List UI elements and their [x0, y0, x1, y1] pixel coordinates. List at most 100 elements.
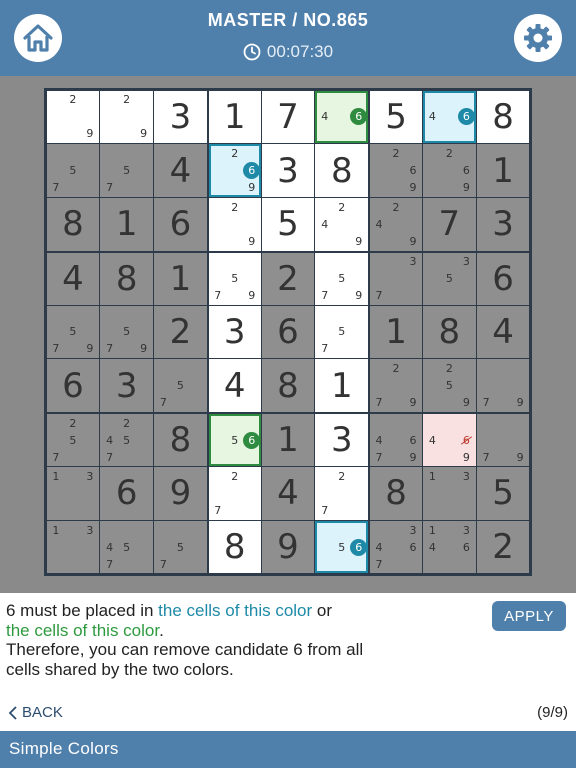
cell-r3c3[interactable]: 6 — [154, 198, 207, 251]
cell-r3c5[interactable]: 5 — [261, 198, 315, 251]
cell-r1c4[interactable]: 1 — [208, 90, 261, 144]
cell-r8c2[interactable]: 6 — [100, 466, 154, 520]
cell-r2c4[interactable]: 269 — [208, 144, 261, 198]
cell-r9c5[interactable]: 9 — [261, 520, 315, 574]
candidate-9: 9 — [409, 450, 417, 464]
candidate-9: 9 — [516, 396, 524, 410]
cell-r4c2[interactable]: 8 — [100, 252, 154, 305]
cell-r4c3[interactable]: 1 — [154, 252, 207, 305]
cell-r1c5[interactable]: 7 — [261, 90, 315, 144]
cell-r6c1[interactable]: 6 — [46, 359, 100, 413]
candidate-7: 7 — [159, 396, 167, 410]
cell-r1c9[interactable]: 8 — [476, 90, 530, 144]
cell-r9c2[interactable]: 457 — [100, 520, 154, 574]
cell-r4c8[interactable]: 35 — [422, 252, 476, 305]
cell-r4c7[interactable]: 37 — [370, 252, 422, 305]
cell-r6c4[interactable]: 4 — [208, 359, 261, 413]
cell-r8c5[interactable]: 4 — [261, 466, 315, 520]
cell-r3c1[interactable]: 8 — [46, 198, 100, 251]
cell-r4c5[interactable]: 2 — [261, 252, 315, 305]
cell-r2c2[interactable]: 57 — [100, 144, 154, 198]
cell-r5c9[interactable]: 4 — [476, 305, 530, 359]
cell-r6c8[interactable]: 2 59 — [422, 359, 476, 413]
cell-r3c4[interactable]: 29 — [208, 198, 261, 251]
cell-r2c3[interactable]: 4 — [154, 144, 207, 198]
cell-r1c2[interactable]: 29 — [100, 90, 154, 144]
cell-r8c6[interactable]: 27 — [315, 466, 369, 520]
cell-value: 8 — [223, 527, 246, 568]
cell-r1c1[interactable]: 29 — [46, 90, 100, 144]
cell-r9c4[interactable]: 8 — [208, 520, 261, 574]
cell-r6c2[interactable]: 3 — [100, 359, 154, 413]
cell-r6c9[interactable]: 79 — [476, 359, 530, 413]
cell-r4c9[interactable]: 6 — [476, 252, 530, 305]
candidate-5: 5 — [231, 433, 239, 447]
back-button[interactable]: BACK — [8, 704, 63, 721]
cell-r5c7[interactable]: 1 — [370, 305, 422, 359]
cell-r8c4[interactable]: 27 — [208, 466, 261, 520]
cell-r7c1[interactable]: 2 57 — [46, 414, 100, 466]
cell-r5c8[interactable]: 8 — [422, 305, 476, 359]
cell-r5c2[interactable]: 57 9 — [100, 305, 154, 359]
cell-r3c6[interactable]: 24 9 — [315, 198, 369, 251]
cell-r1c7[interactable]: 5 — [370, 90, 422, 144]
cell-r7c3[interactable]: 8 — [154, 414, 207, 466]
cell-value: 4 — [277, 473, 299, 514]
cell-r7c2[interactable]: 2457 — [100, 414, 154, 466]
cell-r5c1[interactable]: 57 9 — [46, 305, 100, 359]
cell-r9c9[interactable]: 2 — [476, 520, 530, 574]
cell-r8c1[interactable]: 13 — [46, 466, 100, 520]
cell-r8c7[interactable]: 8 — [370, 466, 422, 520]
cell-r9c1[interactable]: 13 — [46, 520, 100, 574]
cell-r3c7[interactable]: 24 9 — [370, 198, 422, 251]
cell-r1c3[interactable]: 3 — [154, 90, 207, 144]
cell-r4c1[interactable]: 4 — [46, 252, 100, 305]
cell-r7c6[interactable]: 3 — [315, 414, 369, 466]
cell-r9c8[interactable]: 1 3 4 6 — [422, 520, 476, 574]
cell-r5c3[interactable]: 2 — [154, 305, 207, 359]
clock-icon — [243, 43, 261, 61]
cell-value: 9 — [277, 527, 299, 568]
cell-r2c9[interactable]: 1 — [476, 144, 530, 198]
candidate-6: 6 — [350, 538, 368, 556]
cell-r3c8[interactable]: 7 — [422, 198, 476, 251]
candidate-2: 2 — [392, 200, 400, 214]
apply-button[interactable]: APPLY — [492, 601, 566, 631]
cell-r8c8[interactable]: 13 — [422, 466, 476, 520]
cell-r5c4[interactable]: 3 — [208, 305, 261, 359]
cell-r7c7[interactable]: 4 6 7 9 — [370, 414, 422, 466]
timer: 00:07:30 — [0, 42, 576, 62]
settings-button[interactable] — [514, 14, 562, 62]
cell-r5c6[interactable]: 57 — [315, 305, 369, 359]
cell-r3c2[interactable]: 1 — [100, 198, 154, 251]
cell-r6c6[interactable]: 1 — [315, 359, 369, 413]
cell-r2c7[interactable]: 26 9 — [370, 144, 422, 198]
cell-r6c7[interactable]: 2 7 9 — [370, 359, 422, 413]
cell-value: 2 — [277, 258, 299, 299]
cell-r8c3[interactable]: 9 — [154, 466, 207, 520]
cell-r7c8[interactable]: 4 69 — [422, 414, 476, 466]
cell-value: 8 — [169, 420, 192, 461]
cell-r6c3[interactable]: 57 — [154, 359, 207, 413]
cell-r4c4[interactable]: 57 9 — [208, 252, 261, 305]
cell-r2c8[interactable]: 26 9 — [422, 144, 476, 198]
cell-r9c7[interactable]: 3 4 6 7 — [370, 520, 422, 574]
cell-r7c4[interactable]: 56 — [208, 414, 261, 466]
cell-r6c5[interactable]: 8 — [261, 359, 315, 413]
candidate-6: 6 — [462, 540, 470, 554]
cell-r3c9[interactable]: 3 — [476, 198, 530, 251]
cell-r1c6[interactable]: 46 — [315, 90, 369, 144]
cell-r2c5[interactable]: 3 — [261, 144, 315, 198]
cell-r2c6[interactable]: 8 — [315, 144, 369, 198]
cell-r4c6[interactable]: 57 9 — [315, 252, 369, 305]
cell-r9c3[interactable]: 57 — [154, 520, 207, 574]
cell-r7c5[interactable]: 1 — [261, 414, 315, 466]
cell-r1c8[interactable]: 46 — [422, 90, 476, 144]
cell-r2c1[interactable]: 57 — [46, 144, 100, 198]
cell-r8c9[interactable]: 5 — [476, 466, 530, 520]
cell-r7c9[interactable]: 79 — [476, 414, 530, 466]
candidate-5: 5 — [123, 540, 131, 554]
candidate-9: 9 — [248, 234, 256, 248]
cell-r9c6[interactable]: 56 — [315, 520, 369, 574]
cell-r5c5[interactable]: 6 — [261, 305, 315, 359]
